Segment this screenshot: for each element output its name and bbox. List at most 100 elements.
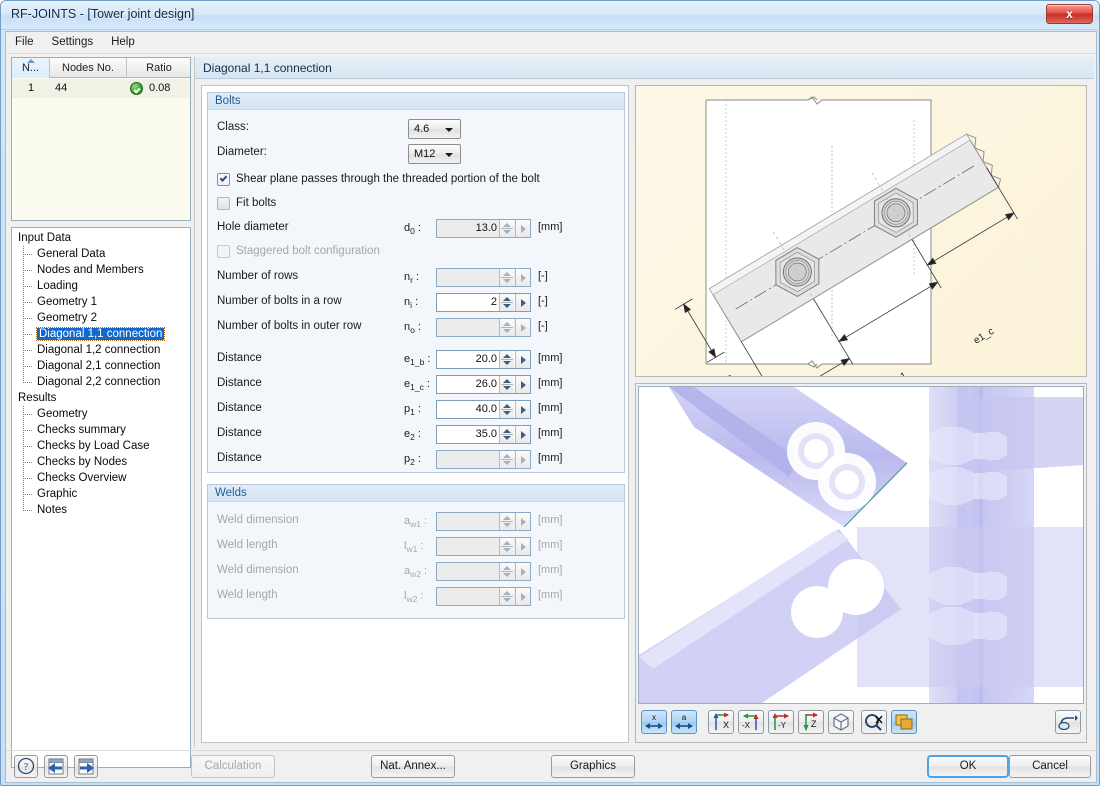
weld-length-1-input[interactable] bbox=[436, 537, 531, 556]
weld-dimension-2-more-button[interactable] bbox=[515, 563, 530, 580]
menu-help[interactable]: Help bbox=[102, 32, 144, 51]
distance-e1c-more-button[interactable] bbox=[515, 376, 530, 393]
view-x-button[interactable]: X bbox=[708, 710, 734, 734]
bolts-in-row-input[interactable]: 2 bbox=[436, 293, 531, 312]
weld-length-2-input[interactable] bbox=[436, 587, 531, 606]
tree-item-diagonal-1-1-connection[interactable]: Diagonal 1,1 connection bbox=[12, 326, 190, 342]
graphics-button[interactable]: Graphics bbox=[551, 755, 635, 778]
hole-diameter-stepper[interactable] bbox=[499, 220, 514, 237]
distance-p1-more-button[interactable] bbox=[515, 401, 530, 418]
tree-item-notes[interactable]: Notes bbox=[12, 502, 190, 518]
column-header-ratio[interactable]: Ratio bbox=[127, 58, 191, 78]
zoom-reset-button[interactable] bbox=[861, 710, 887, 734]
staggered-bolt-checkbox[interactable] bbox=[217, 245, 230, 258]
tree-item-diagonal-1-2-connection[interactable]: Diagonal 1,2 connection bbox=[12, 342, 190, 358]
shear-plane-checkbox[interactable] bbox=[217, 173, 230, 186]
menu-file[interactable]: File bbox=[6, 32, 43, 51]
shear-plane-checkbox-row[interactable]: Shear plane passes through the threaded … bbox=[208, 171, 624, 189]
number-of-rows-more-button[interactable] bbox=[515, 269, 530, 286]
distance-e1b-more-button[interactable] bbox=[515, 351, 530, 368]
isometric-view-button[interactable] bbox=[828, 710, 854, 734]
distance-p1-stepper[interactable] bbox=[499, 401, 514, 418]
hole-diameter-more-button[interactable] bbox=[515, 220, 530, 237]
previous-button[interactable] bbox=[44, 755, 68, 778]
bolts-in-row-more-button[interactable] bbox=[515, 294, 530, 311]
tree-group-input-data[interactable]: Input Data bbox=[12, 230, 190, 246]
distance-p2-input[interactable] bbox=[436, 450, 531, 469]
weld-dimension-1-input[interactable] bbox=[436, 512, 531, 531]
tree-item-geometry-1[interactable]: Geometry 1 bbox=[12, 294, 190, 310]
distance-e1b-unit: [mm] bbox=[538, 352, 563, 364]
dimension-a-button[interactable]: a bbox=[671, 710, 697, 734]
fit-bolts-checkbox[interactable] bbox=[217, 197, 230, 210]
bolt-class-select[interactable]: 4.6 bbox=[408, 119, 461, 139]
fit-bolts-checkbox-row[interactable]: Fit bolts bbox=[208, 195, 624, 213]
distance-e2-more-button[interactable] bbox=[515, 426, 530, 443]
weld-length-2-stepper[interactable] bbox=[499, 588, 514, 605]
calculation-button[interactable]: Calculation bbox=[191, 755, 275, 778]
weld-length-1-stepper[interactable] bbox=[499, 538, 514, 555]
cancel-button[interactable]: Cancel bbox=[1009, 755, 1091, 778]
bolts-outer-row-stepper[interactable] bbox=[499, 319, 514, 336]
tree-item-loading[interactable]: Loading bbox=[12, 278, 190, 294]
distance-e1b-stepper[interactable] bbox=[499, 351, 514, 368]
number-of-rows-stepper[interactable] bbox=[499, 269, 514, 286]
tree-item-graphic[interactable]: Graphic bbox=[12, 486, 190, 502]
layers-button[interactable] bbox=[891, 710, 917, 734]
help-button[interactable]: ? bbox=[14, 755, 38, 778]
menu-settings[interactable]: Settings bbox=[43, 32, 103, 51]
nat-annex-button[interactable]: Nat. Annex... bbox=[371, 755, 455, 778]
close-button[interactable]: x bbox=[1046, 4, 1093, 24]
tree-item-general-data[interactable]: General Data bbox=[12, 246, 190, 262]
distance-e2-label: Distance bbox=[217, 427, 262, 439]
tree-item-checks-by-load-case[interactable]: Checks by Load Case bbox=[12, 438, 190, 454]
staggered-checkbox-row[interactable]: Staggered bolt configuration bbox=[208, 243, 624, 261]
tree-item-diagonal-2-2-connection[interactable]: Diagonal 2,2 connection bbox=[12, 374, 190, 390]
weld-length-2-more-button[interactable] bbox=[515, 588, 530, 605]
tree-item-checks-overview[interactable]: Checks Overview bbox=[12, 470, 190, 486]
bolts-in-row-stepper[interactable] bbox=[499, 294, 514, 311]
hole-diameter-input[interactable]: 13.0 bbox=[436, 219, 531, 238]
chevron-down-icon bbox=[445, 128, 453, 132]
weld-dimension-1-more-button[interactable] bbox=[515, 513, 530, 530]
bolts-outer-row-more-button[interactable] bbox=[515, 319, 530, 336]
column-header-no[interactable]: N... bbox=[12, 58, 50, 78]
print-button[interactable] bbox=[1055, 710, 1081, 734]
joint-3d-view[interactable] bbox=[638, 386, 1084, 704]
tree-item-checks-summary[interactable]: Checks summary bbox=[12, 422, 190, 438]
tree-item-checks-by-nodes[interactable]: Checks by Nodes bbox=[12, 454, 190, 470]
tree-group-results[interactable]: Results bbox=[12, 390, 190, 406]
tree-item-geometry-2[interactable]: Geometry 2 bbox=[12, 310, 190, 326]
distance-p2-stepper[interactable] bbox=[499, 451, 514, 468]
distance-e2-stepper[interactable] bbox=[499, 426, 514, 443]
dimension-x-button[interactable]: x bbox=[641, 710, 667, 734]
distance-p2-more-button[interactable] bbox=[515, 451, 530, 468]
distance-p1-input[interactable]: 40.0 bbox=[436, 400, 531, 419]
ok-button[interactable]: OK bbox=[927, 755, 1009, 778]
bolts-outer-row-input[interactable] bbox=[436, 318, 531, 337]
distance-e2-input[interactable]: 35.0 bbox=[436, 425, 531, 444]
weld-length-1-row: Weld length lw1 : [mm] bbox=[208, 537, 624, 557]
distance-e1c-stepper[interactable] bbox=[499, 376, 514, 393]
view-z-button[interactable]: Z bbox=[798, 710, 824, 734]
dimension-label-e1c: e1_c bbox=[972, 326, 996, 347]
view-negative-x-button[interactable]: -X bbox=[738, 710, 764, 734]
tree-item-geometry[interactable]: Geometry bbox=[12, 406, 190, 422]
tree-item-diagonal-2-1-connection[interactable]: Diagonal 2,1 connection bbox=[12, 358, 190, 374]
next-button[interactable] bbox=[74, 755, 98, 778]
weld-dimension-2-stepper[interactable] bbox=[499, 563, 514, 580]
connection-drawing-panel[interactable]: e1_c p1 e1_b e2 bbox=[635, 85, 1087, 377]
table-row[interactable]: 1 44 0.08 bbox=[12, 79, 190, 98]
distance-e1c-input[interactable]: 26.0 bbox=[436, 375, 531, 394]
bolt-diameter-select[interactable]: M12 bbox=[408, 144, 461, 164]
weld-dimension-2-input[interactable] bbox=[436, 562, 531, 581]
column-header-nodes-no[interactable]: Nodes No. bbox=[50, 58, 127, 78]
weld-length-2-label: Weld length bbox=[217, 589, 278, 601]
number-of-rows-input[interactable] bbox=[436, 268, 531, 287]
weld-dimension-1-stepper[interactable] bbox=[499, 513, 514, 530]
tree-item-nodes-and-members[interactable]: Nodes and Members bbox=[12, 262, 190, 278]
distance-e1b-input[interactable]: 20.0 bbox=[436, 350, 531, 369]
weld-length-1-more-button[interactable] bbox=[515, 538, 530, 555]
title-bar: RF-JOINTS - [Tower joint design] x bbox=[1, 1, 1099, 30]
view-negative-y-button[interactable]: -Y bbox=[768, 710, 794, 734]
